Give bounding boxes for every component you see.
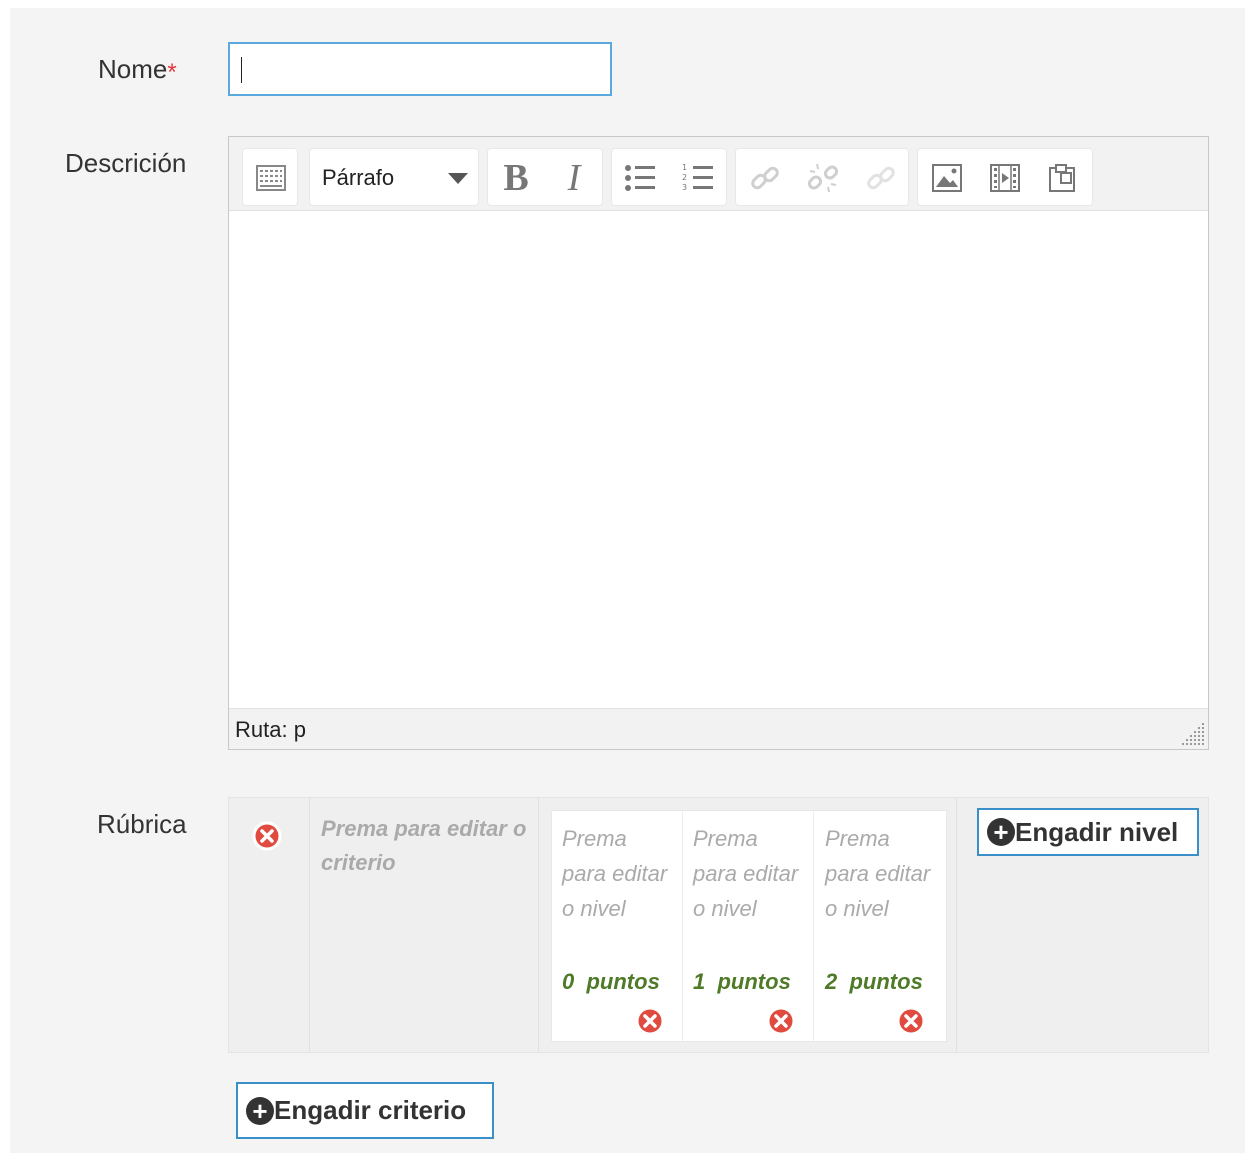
level-cell[interactable]: Prema para editar o nivel 2 puntos xyxy=(815,811,946,1041)
italic-icon: I xyxy=(567,157,581,199)
toolbar-group-style: B I xyxy=(487,148,603,206)
level-score-value: 2 xyxy=(825,969,838,994)
toolbar-group-lists: 123 xyxy=(611,148,727,206)
add-criterion-button[interactable]: + Engadir criterio xyxy=(236,1082,494,1139)
toolbar-group-toggle xyxy=(242,148,298,206)
level-score-value: 0 xyxy=(562,969,575,994)
required-mark: * xyxy=(167,59,177,86)
unlink-icon xyxy=(807,163,839,193)
unordered-list-button[interactable] xyxy=(612,149,668,207)
column-divider xyxy=(538,798,539,1052)
paste-button[interactable] xyxy=(1034,149,1092,207)
description-label: Descrición xyxy=(65,148,187,178)
level-score-unit: puntos xyxy=(586,969,660,994)
anchor-icon xyxy=(867,166,895,190)
image-button[interactable] xyxy=(918,149,976,207)
rubric-editor: Prema para editar o criterio Prema para … xyxy=(228,797,1209,1053)
add-level-button[interactable]: + Engadir nivel xyxy=(977,808,1199,856)
editor-content-area[interactable] xyxy=(229,211,1208,709)
delete-criterion-icon[interactable] xyxy=(251,820,283,852)
editor-toolbar: Párrafo B I 123 xyxy=(229,137,1208,211)
level-score-unit: puntos xyxy=(717,969,791,994)
editor-statusbar: Ruta: p xyxy=(229,708,1208,749)
media-icon xyxy=(990,164,1020,192)
svg-text:3: 3 xyxy=(682,183,687,192)
toggle-toolbar-button[interactable] xyxy=(243,149,299,207)
level-score-value: 1 xyxy=(693,969,706,994)
toggle-toolbar-icon xyxy=(256,165,286,191)
name-input[interactable] xyxy=(228,42,612,96)
unordered-list-icon xyxy=(625,165,655,191)
delete-level-icon[interactable] xyxy=(895,1005,927,1037)
toolbar-group-links xyxy=(735,148,909,206)
delete-level-icon[interactable] xyxy=(765,1005,797,1037)
text-caret xyxy=(241,57,242,83)
caret-down-icon xyxy=(448,173,468,184)
criterion-description[interactable]: Prema para editar o criterio xyxy=(321,812,537,880)
level-score[interactable]: 2 puntos xyxy=(825,969,923,995)
paste-icon xyxy=(1049,164,1075,192)
format-select-value: Párrafo xyxy=(322,165,395,190)
bold-icon: B xyxy=(503,157,529,199)
level-cell[interactable]: Prema para editar o nivel 1 puntos xyxy=(683,811,814,1041)
level-cell[interactable]: Prema para editar o nivel 0 puntos xyxy=(552,811,683,1041)
name-label: Nome* xyxy=(98,54,177,86)
delete-level-icon[interactable] xyxy=(634,1005,666,1037)
link-icon xyxy=(751,166,779,190)
plus-circle-icon: + xyxy=(987,818,1015,846)
unlink-button[interactable] xyxy=(794,149,852,207)
element-path: Ruta: p xyxy=(235,717,306,742)
description-editor: Párrafo B I 123 Ruta: p xyxy=(228,136,1209,750)
image-icon xyxy=(932,164,962,192)
plus-circle-icon: + xyxy=(246,1096,274,1125)
rubric-label: Rúbrica xyxy=(97,809,187,839)
add-level-label: Engadir nivel xyxy=(1015,816,1179,847)
ordered-list-icon: 123 xyxy=(682,163,713,192)
resize-grip-icon[interactable] xyxy=(1180,721,1206,747)
svg-text:2: 2 xyxy=(682,173,687,182)
anchor-button[interactable] xyxy=(852,149,910,207)
ordered-list-button[interactable]: 123 xyxy=(670,149,726,207)
level-description[interactable]: Prema para editar o nivel xyxy=(693,821,803,926)
level-score[interactable]: 1 puntos xyxy=(693,969,791,995)
level-score-unit: puntos xyxy=(849,969,923,994)
level-description[interactable]: Prema para editar o nivel xyxy=(562,821,672,926)
add-criterion-label: Engadir criterio xyxy=(274,1095,467,1125)
italic-button[interactable]: I xyxy=(546,149,602,207)
levels-container: Prema para editar o nivel 0 puntos Prema… xyxy=(551,810,947,1042)
column-divider xyxy=(309,798,310,1052)
link-button[interactable] xyxy=(736,149,794,207)
format-select[interactable]: Párrafo xyxy=(309,148,479,206)
svg-text:1: 1 xyxy=(682,163,687,172)
level-description[interactable]: Prema para editar o nivel xyxy=(825,821,935,926)
column-divider xyxy=(956,798,957,1052)
toolbar-group-media xyxy=(917,148,1093,206)
media-button[interactable] xyxy=(976,149,1034,207)
name-label-text: Nome xyxy=(98,54,168,84)
bold-button[interactable]: B xyxy=(488,149,544,207)
level-score[interactable]: 0 puntos xyxy=(562,969,660,995)
